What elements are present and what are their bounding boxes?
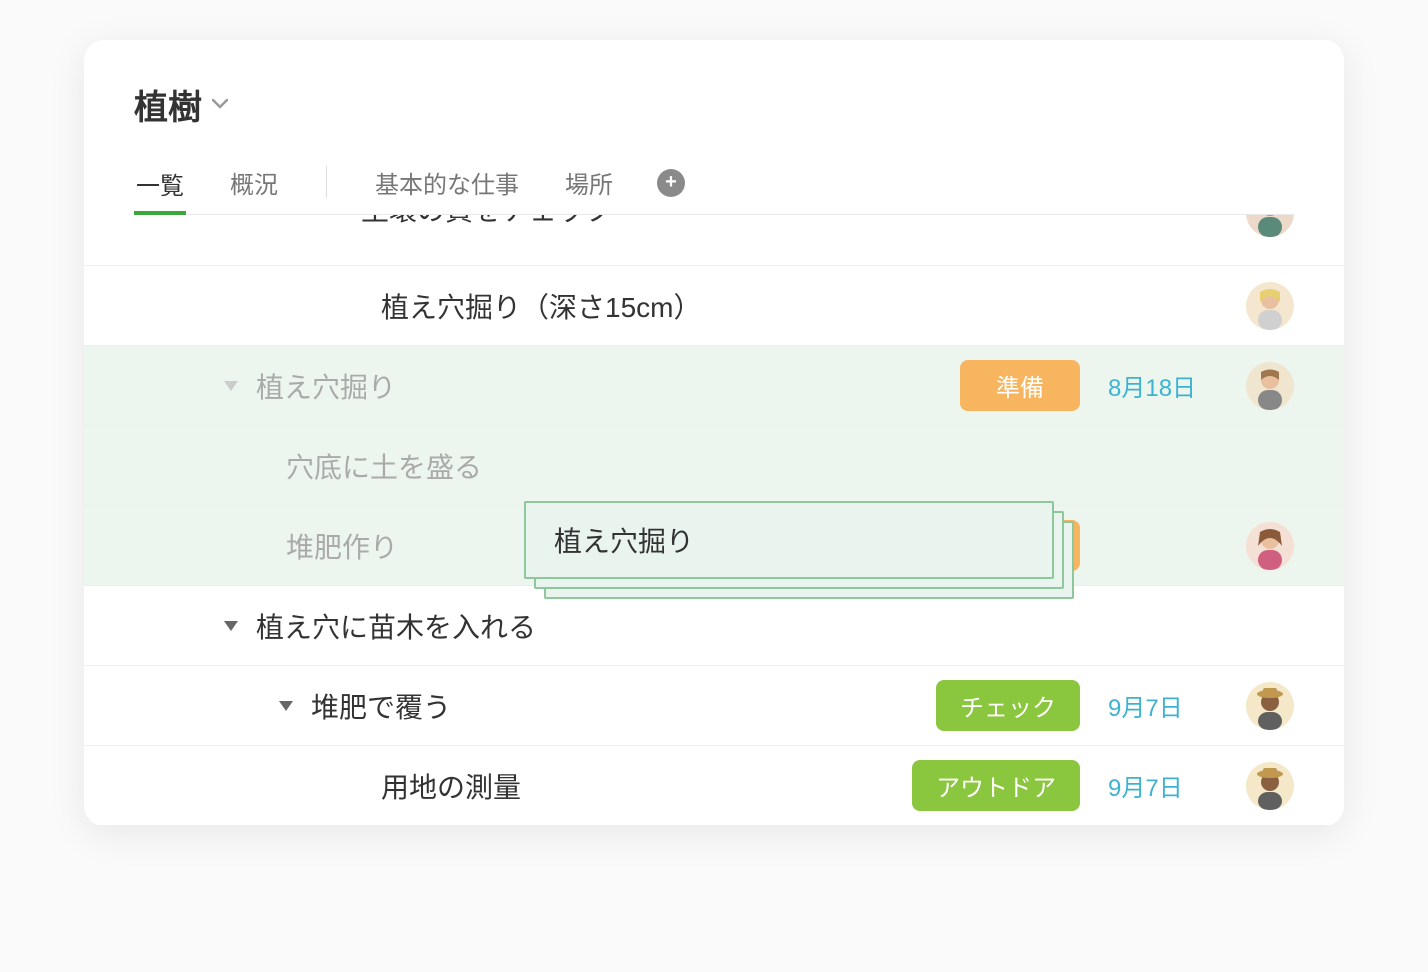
task-row[interactable]: 植え穴掘り（深さ15cm） bbox=[84, 265, 1344, 345]
status-tag[interactable]: 準備 bbox=[960, 360, 1080, 411]
expand-toggle-icon[interactable] bbox=[224, 381, 238, 391]
app-window: 植樹 一覧 概況 基本的な仕事 場所 + 土壌の質をチェック bbox=[84, 40, 1344, 826]
tab-location[interactable]: 場所 bbox=[563, 159, 615, 214]
expand-toggle-icon[interactable] bbox=[224, 621, 238, 631]
chevron-down-icon[interactable] bbox=[212, 96, 228, 114]
task-row[interactable]: 植え穴に苗木を入れる bbox=[84, 585, 1344, 665]
tab-divider bbox=[326, 166, 327, 198]
status-tag[interactable]: チェック bbox=[936, 680, 1080, 731]
task-row[interactable]: 土壌の質をチェック bbox=[84, 215, 1344, 265]
tab-list[interactable]: 一覧 bbox=[134, 160, 186, 215]
task-title: 堆肥で覆う bbox=[311, 686, 451, 726]
task-row[interactable]: 堆肥で覆う チェック 9月7日 bbox=[84, 665, 1344, 745]
avatar[interactable] bbox=[1246, 282, 1294, 330]
expand-toggle-icon[interactable] bbox=[279, 701, 293, 711]
header: 植樹 一覧 概況 基本的な仕事 場所 + bbox=[84, 40, 1344, 215]
task-title: 植え穴に苗木を入れる bbox=[256, 606, 536, 646]
avatar[interactable] bbox=[1246, 362, 1294, 410]
tabs: 一覧 概況 基本的な仕事 場所 + bbox=[134, 159, 1294, 215]
add-tab-icon[interactable]: + bbox=[657, 169, 685, 197]
tab-overview[interactable]: 概況 bbox=[228, 159, 280, 214]
avatar[interactable] bbox=[1246, 682, 1294, 730]
task-title: 土壌の質をチェック bbox=[361, 215, 613, 229]
task-row[interactable]: 植え穴掘り 準備 8月18日 bbox=[84, 345, 1344, 425]
task-title: 穴底に土を盛る bbox=[286, 446, 482, 486]
page-title: 植樹 bbox=[134, 80, 202, 129]
avatar[interactable] bbox=[1246, 762, 1294, 810]
task-title: 用地の測量 bbox=[381, 766, 521, 806]
task-date[interactable]: 9月7日 bbox=[1108, 768, 1218, 803]
status-tag[interactable]: 準備 bbox=[960, 520, 1080, 571]
task-row[interactable]: 用地の測量 アウトドア 9月7日 bbox=[84, 745, 1344, 825]
task-title: 堆肥作り bbox=[286, 526, 398, 566]
status-tag[interactable]: アウトドア bbox=[912, 760, 1080, 811]
task-date[interactable]: 8月18日 bbox=[1108, 368, 1218, 403]
task-title: 植え穴掘り（深さ15cm） bbox=[381, 286, 701, 326]
task-list: 土壌の質をチェック 植え穴掘り（深さ15cm） 植え穴掘り bbox=[84, 215, 1344, 826]
task-row[interactable]: 堆肥作り 準備 bbox=[84, 505, 1344, 585]
task-title: 植え穴掘り bbox=[256, 366, 396, 406]
task-date[interactable]: 9月7日 bbox=[1108, 688, 1218, 723]
task-row[interactable]: 穴底に土を盛る bbox=[84, 425, 1344, 505]
tab-basic-work[interactable]: 基本的な仕事 bbox=[373, 159, 521, 214]
avatar[interactable] bbox=[1246, 215, 1294, 237]
avatar[interactable] bbox=[1246, 522, 1294, 570]
title-row[interactable]: 植樹 bbox=[134, 80, 1294, 129]
